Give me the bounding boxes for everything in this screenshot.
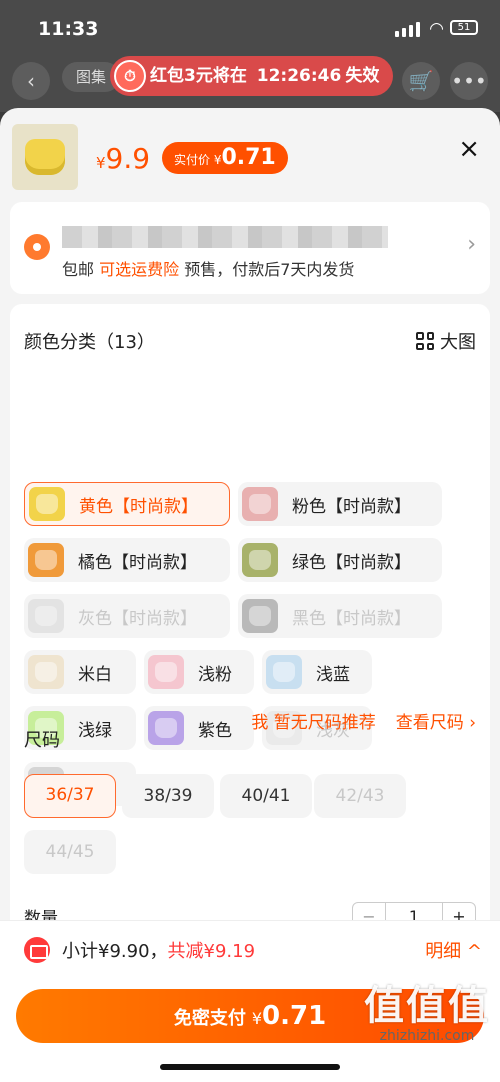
slipper-swatch xyxy=(266,655,302,689)
chevron-right-icon: › xyxy=(467,232,476,257)
real-pay-label: 实付价 ¥ xyxy=(174,153,222,167)
size-option[interactable]: 36/37 xyxy=(24,774,116,818)
status-time: 11:33 xyxy=(38,18,99,40)
detail-toggle[interactable]: 明细 ^ xyxy=(425,937,482,963)
price: ¥9.9 xyxy=(96,142,150,175)
size-option[interactable]: 40/41 xyxy=(220,774,312,818)
product-header: ¥9.9 实付价 ¥0.71 × xyxy=(0,108,500,200)
red-packet-prefix: 红包 xyxy=(150,66,184,86)
color-option[interactable]: 绿色【时尚款】 xyxy=(238,538,442,582)
countdown: 12:26:46 xyxy=(256,66,342,86)
real-pay-value: 0.71 xyxy=(221,145,276,170)
close-icon[interactable]: × xyxy=(458,134,480,164)
subtotal-row: 小计¥9.90， 共减¥9.19 xyxy=(24,937,255,963)
size-section-title: 尺码 xyxy=(24,730,60,751)
color-option-label: 黑色【时尚款】 xyxy=(292,608,411,629)
cart-button[interactable]: 🛒 xyxy=(402,62,440,100)
slipper-swatch xyxy=(148,711,184,745)
color-option[interactable]: 浅蓝 xyxy=(262,650,372,694)
coupon-icon xyxy=(24,937,50,963)
slipper-swatch xyxy=(28,655,64,689)
color-option-label: 浅粉 xyxy=(198,664,232,685)
signal-icon xyxy=(395,22,420,37)
slipper-swatch xyxy=(242,599,278,633)
home-indicator xyxy=(160,1064,340,1070)
color-option[interactable]: 粉色【时尚款】 xyxy=(238,482,442,526)
back-button[interactable]: ‹ xyxy=(12,62,50,100)
slipper-image xyxy=(25,139,65,175)
red-packet-banner[interactable]: ⏱ 红包3元将在 12:26:46 失效 xyxy=(110,56,394,96)
watermark: 值值值 zhizhizhi.com xyxy=(364,984,490,1044)
pay-label: 免密支付 xyxy=(173,1008,246,1029)
chevron-left-icon: ‹ xyxy=(27,69,35,93)
color-option-label: 米白 xyxy=(78,664,112,685)
location-pin-icon xyxy=(24,234,50,260)
size-option[interactable]: 38/39 xyxy=(122,774,214,818)
slipper-swatch xyxy=(242,487,278,521)
status-bar: 11:33 ◠ 51 xyxy=(0,0,500,56)
big-image-button[interactable]: 大图 xyxy=(416,328,476,354)
red-packet-amount: 3元 xyxy=(184,66,213,86)
size-recommend[interactable]: 我 暂无尺码推荐 xyxy=(251,713,375,733)
color-option-label: 橘色【时尚款】 xyxy=(78,552,197,573)
view-sizes-link[interactable]: 查看尺码 › xyxy=(396,713,476,733)
red-packet-middle: 将在 xyxy=(212,66,247,86)
color-option-label: 浅绿 xyxy=(78,720,112,741)
color-option-label: 粉色【时尚款】 xyxy=(292,496,411,517)
price-value: 9.9 xyxy=(105,142,151,175)
presale-note: 预售，付款后7天内发货 xyxy=(184,260,355,279)
subtotal-label: 小计¥9.90， xyxy=(62,941,168,962)
options-panel: 颜色分类（13） 大图 黄色【时尚款】 粉色【时尚款】橘色【时尚款】 绿色【时尚款】… xyxy=(10,304,490,1004)
slipper-swatch xyxy=(148,655,184,689)
color-option: 黑色【时尚款】 xyxy=(238,594,442,638)
slipper-swatch xyxy=(28,543,64,577)
cart-icon: 🛒 xyxy=(408,69,434,93)
clock-icon: ⏱ xyxy=(114,60,146,92)
color-option[interactable]: 米白 xyxy=(24,650,136,694)
watermark-text: 值值值 xyxy=(364,983,490,1029)
color-option[interactable]: 黄色【时尚款】 xyxy=(24,482,230,526)
color-option[interactable]: 橘色【时尚款】 xyxy=(24,538,230,582)
grid-icon xyxy=(416,332,434,350)
pay-amount: 0.71 xyxy=(262,1001,327,1031)
real-pay-badge: 实付价 ¥0.71 xyxy=(162,142,288,174)
address-card[interactable]: 包邮 可选运费险 预售，付款后7天内发货 › xyxy=(10,202,490,294)
shipping-insurance[interactable]: 可选运费险 xyxy=(99,260,179,279)
pay-currency: ¥ xyxy=(251,1009,263,1028)
free-shipping: 包邮 xyxy=(62,260,95,279)
red-packet-suffix: 失效 xyxy=(345,66,380,86)
battery-icon: 51 xyxy=(450,20,478,35)
price-currency: ¥ xyxy=(96,154,106,172)
color-option[interactable]: 紫色 xyxy=(144,706,254,750)
shipping-info: 包邮 可选运费险 预售，付款后7天内发货 xyxy=(62,256,354,280)
wifi-icon: ◠ xyxy=(429,19,444,39)
watermark-site: zhizhizhi.com xyxy=(379,1028,475,1044)
more-icon: ••• xyxy=(451,69,487,93)
color-option-label: 浅蓝 xyxy=(316,664,350,685)
more-button[interactable]: ••• xyxy=(450,62,488,100)
big-image-label: 大图 xyxy=(440,332,476,353)
size-recommend-row: 我 暂无尺码推荐 查看尺码 › xyxy=(251,708,476,733)
product-thumbnail[interactable] xyxy=(12,124,78,190)
color-option-label: 灰色【时尚款】 xyxy=(78,608,197,629)
discount-label: 共减¥9.19 xyxy=(167,941,256,962)
size-option: 42/43 xyxy=(314,774,406,818)
color-option-label: 黄色【时尚款】 xyxy=(79,496,198,517)
slipper-swatch xyxy=(28,599,64,633)
color-section-title: 颜色分类（13） xyxy=(24,332,155,353)
address-blurred xyxy=(62,226,388,248)
color-option-label: 绿色【时尚款】 xyxy=(292,552,411,573)
size-option: 44/45 xyxy=(24,830,116,874)
color-option[interactable]: 浅粉 xyxy=(144,650,254,694)
color-option: 灰色【时尚款】 xyxy=(24,594,230,638)
slipper-swatch xyxy=(29,487,65,521)
slipper-swatch xyxy=(242,543,278,577)
color-option-label: 紫色 xyxy=(198,720,232,741)
